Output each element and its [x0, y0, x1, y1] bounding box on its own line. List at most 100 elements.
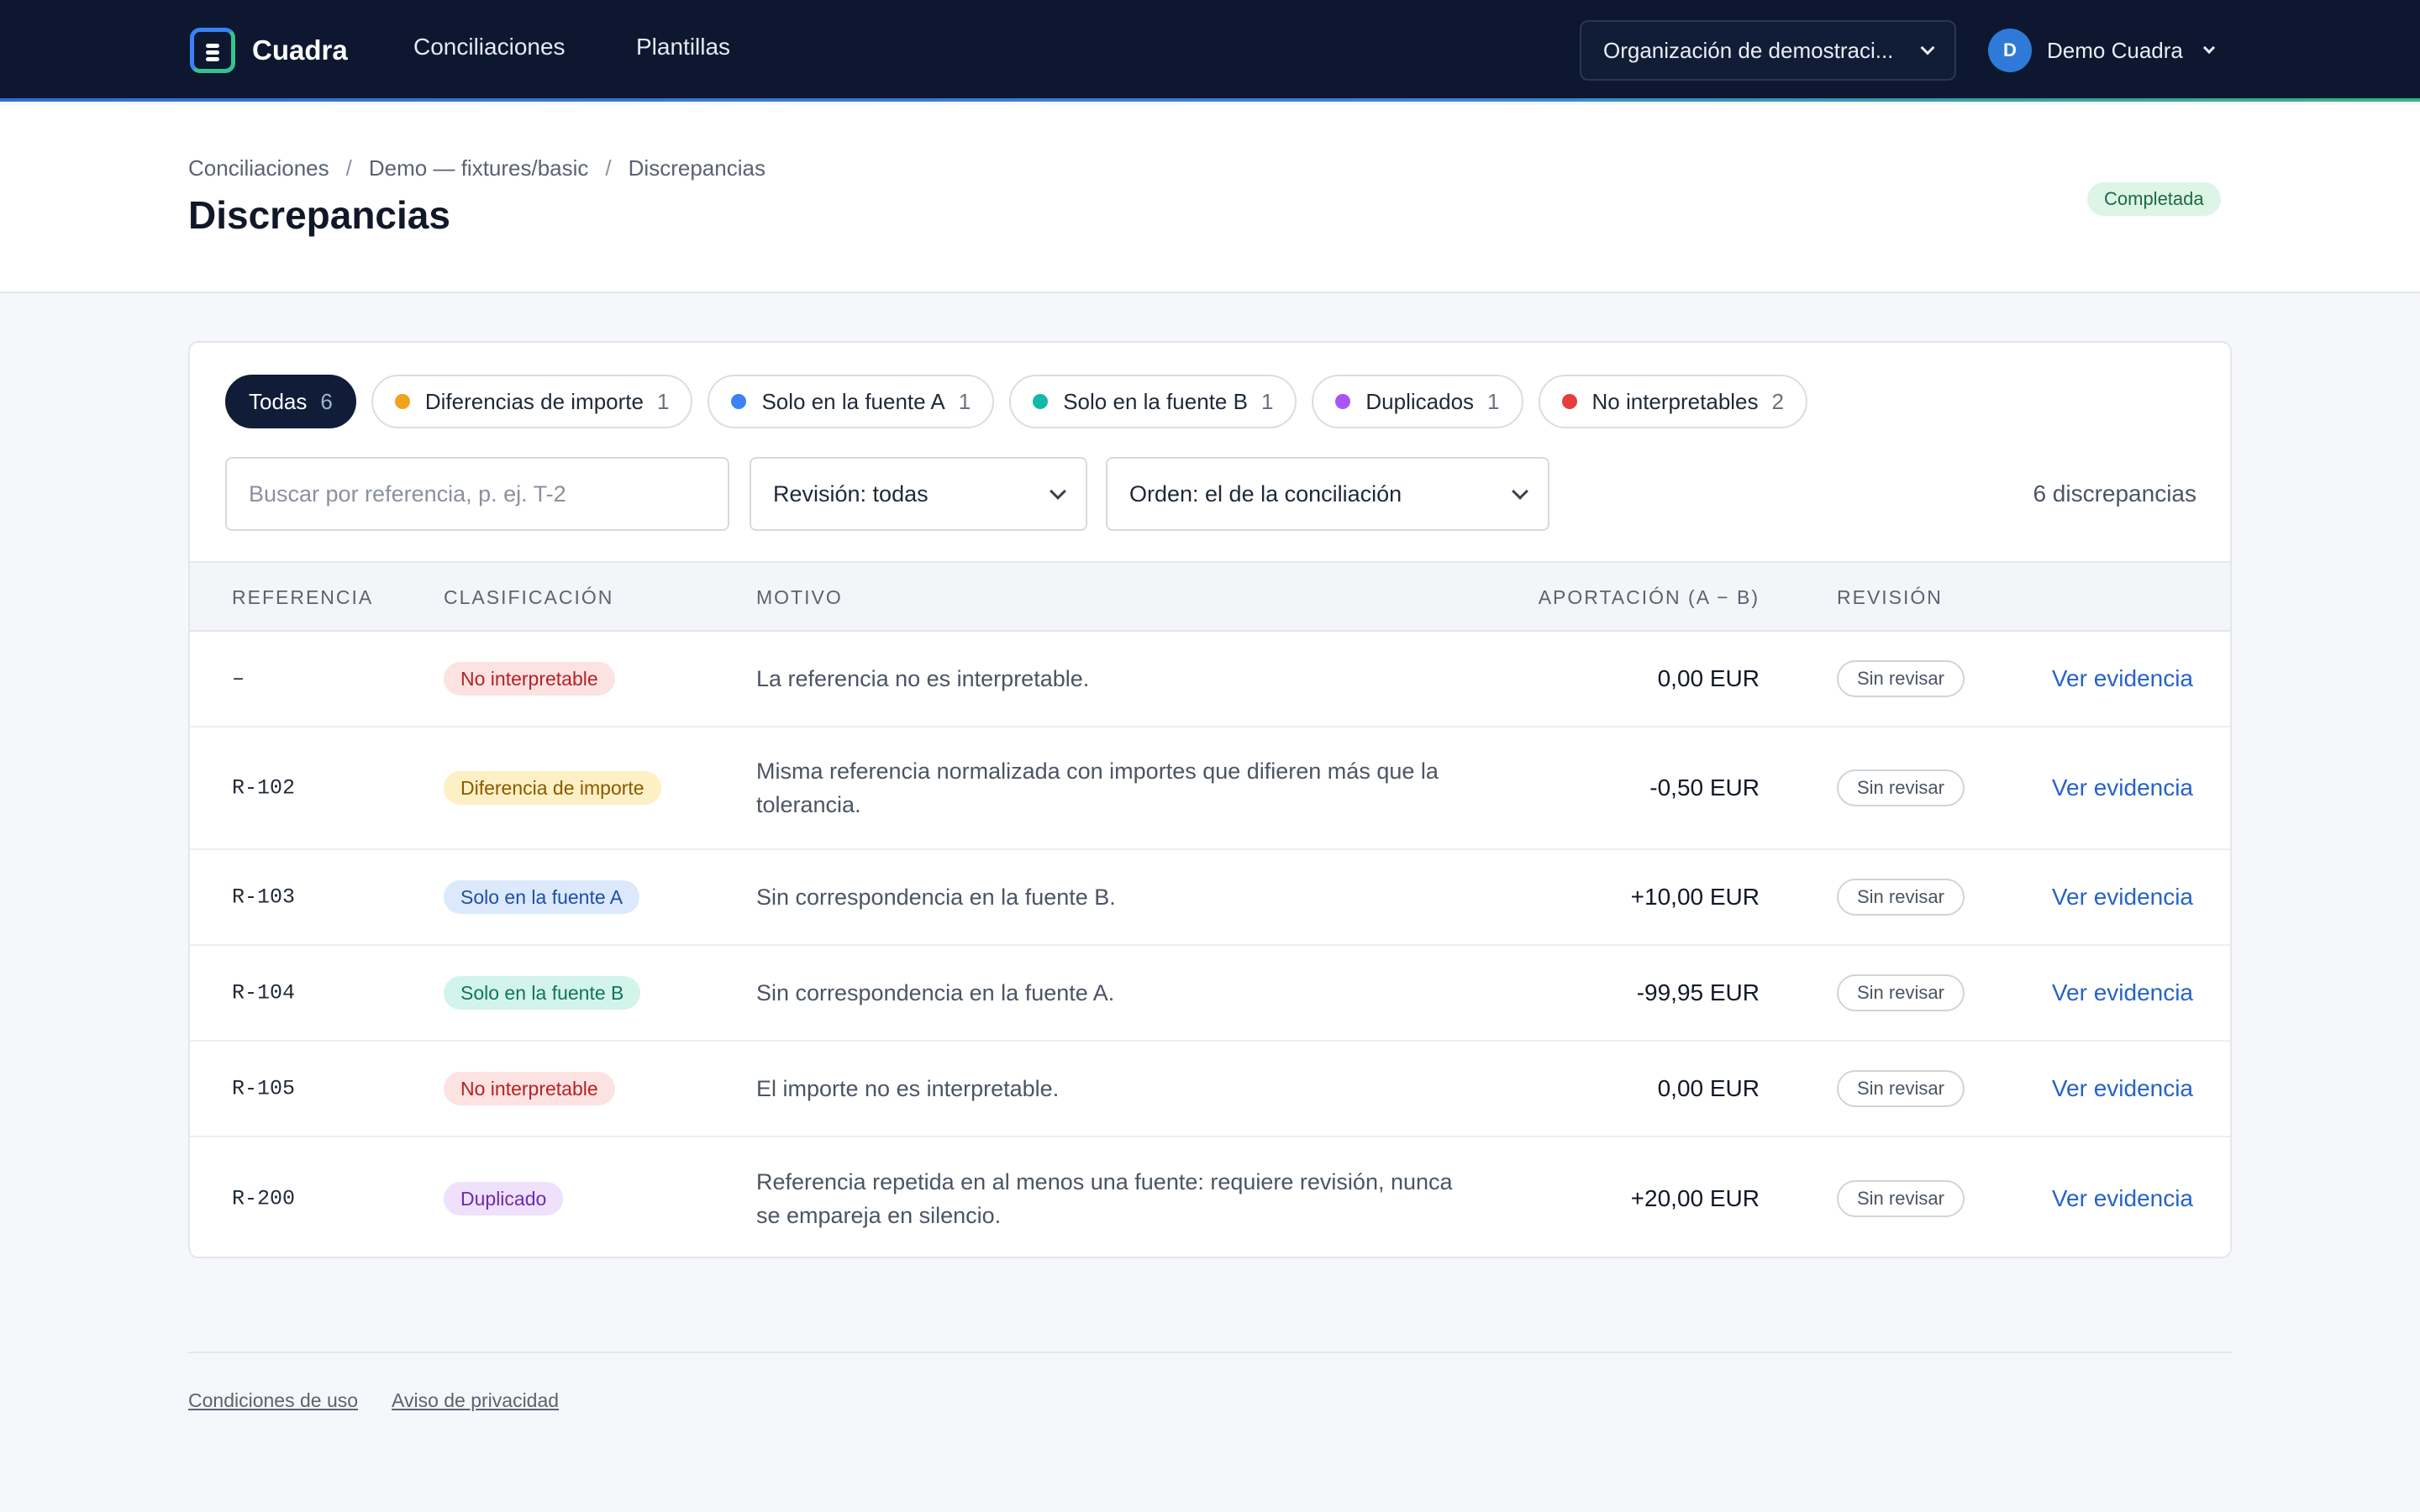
search-input[interactable] — [225, 457, 729, 531]
row-reason: Sin correspondencia en la fuente B. — [756, 885, 1116, 910]
table-row: R-105 No interpretable El importe no es … — [190, 1042, 2230, 1137]
chip-label: Todas — [249, 388, 308, 414]
user-name: Demo Cuadra — [2047, 37, 2183, 63]
discrepancies-card: Todas 6 Diferencias de importe 1 Solo en… — [188, 341, 2232, 1258]
table-row: – No interpretable La referencia no es i… — [190, 632, 2230, 727]
view-evidence-link[interactable]: Ver evidencia — [2052, 1185, 2193, 1212]
terms-link[interactable]: Condiciones de uso — [188, 1389, 358, 1412]
chip-label: Duplicados — [1365, 388, 1475, 414]
column-header-clasificacion[interactable]: CLASIFICACIÓN — [444, 586, 613, 609]
row-amount: +20,00 EUR — [1630, 1185, 1760, 1211]
privacy-link[interactable]: Aviso de privacidad — [392, 1389, 559, 1412]
review-status-badge[interactable]: Sin revisar — [1837, 974, 1965, 1011]
filter-chip-solo-fuente-b[interactable]: Solo en la fuente B 1 — [1009, 375, 1297, 428]
row-reason: Referencia repetida en al menos una fuen… — [756, 1169, 1453, 1228]
chip-label: Diferencias de importe — [424, 388, 644, 414]
nav-plantillas[interactable]: Plantillas — [636, 34, 730, 60]
row-amount: 0,00 EUR — [1657, 1075, 1760, 1101]
table-row: R-103 Solo en la fuente A Sin correspond… — [190, 850, 2230, 946]
status-dot-icon — [731, 394, 747, 409]
top-navigation-bar: Cuadra Conciliaciones Plantillas Organiz… — [0, 0, 2420, 102]
view-evidence-link[interactable]: Ver evidencia — [2052, 884, 2193, 911]
breadcrumb-separator: / — [605, 155, 612, 181]
row-reference: R-104 — [232, 980, 296, 1005]
filter-chips: Todas 6 Diferencias de importe 1 Solo en… — [225, 375, 1807, 428]
view-evidence-link[interactable]: Ver evidencia — [2052, 979, 2193, 1006]
chevron-down-icon — [1050, 483, 1066, 500]
page-header: Conciliaciones / Demo — fixtures/basic /… — [0, 105, 2420, 293]
row-amount: -99,95 EUR — [1636, 979, 1760, 1005]
order-select[interactable]: Orden: el de la conciliación — [1106, 457, 1549, 531]
breadcrumb-demo-fixtures[interactable]: Demo — fixtures/basic — [369, 155, 589, 181]
table-header: REFERENCIA CLASIFICACIÓN MOTIVO APORTACI… — [190, 561, 2230, 632]
row-amount: 0,00 EUR — [1657, 665, 1760, 691]
review-filter-select[interactable]: Revisión: todas — [750, 457, 1087, 531]
breadcrumb-separator: / — [345, 155, 352, 181]
chip-label: Solo en la fuente A — [761, 388, 945, 414]
breadcrumb-current: Discrepancias — [628, 155, 765, 181]
review-status-badge[interactable]: Sin revisar — [1837, 1070, 1965, 1107]
row-reason: El importe no es interpretable. — [756, 1076, 1060, 1101]
footer-divider — [188, 1352, 2232, 1353]
column-header-motivo[interactable]: MOTIVO — [756, 586, 843, 609]
cuadra-logo-icon — [190, 28, 235, 73]
row-reference: R-200 — [232, 1186, 296, 1211]
column-header-referencia[interactable]: REFERENCIA — [232, 586, 373, 609]
chip-label: Solo en la fuente B — [1063, 388, 1248, 414]
view-evidence-link[interactable]: Ver evidencia — [2052, 1075, 2193, 1102]
filter-chip-duplicados[interactable]: Duplicados 1 — [1312, 375, 1523, 428]
order-select-value: Orden: el de la conciliación — [1129, 480, 1402, 507]
breadcrumb: Conciliaciones / Demo — fixtures/basic /… — [188, 155, 765, 181]
chip-count: 6 — [320, 388, 333, 414]
classification-tag: Solo en la fuente B — [444, 976, 641, 1010]
chevron-down-icon — [1920, 40, 1935, 55]
status-dot-icon — [394, 394, 410, 409]
avatar: D — [1988, 29, 2032, 72]
organization-selector-label: Organización de demostraci... — [1603, 37, 1894, 63]
chevron-down-icon — [1512, 483, 1528, 500]
view-evidence-link[interactable]: Ver evidencia — [2052, 665, 2193, 692]
organization-selector[interactable]: Organización de demostraci... — [1580, 20, 1956, 81]
row-reference: R-105 — [232, 1076, 296, 1101]
chip-count: 2 — [1771, 388, 1784, 414]
filter-chip-diferencias-importe[interactable]: Diferencias de importe 1 — [371, 375, 693, 428]
column-header-revision[interactable]: REVISIÓN — [1837, 586, 1943, 609]
chip-count: 1 — [1260, 388, 1274, 414]
breadcrumb-conciliaciones[interactable]: Conciliaciones — [188, 155, 329, 181]
review-status-badge[interactable]: Sin revisar — [1837, 769, 1965, 806]
brand[interactable]: Cuadra — [190, 27, 348, 74]
status-dot-icon — [1335, 394, 1351, 409]
filter-chip-no-interpretables[interactable]: No interpretables 2 — [1538, 375, 1807, 428]
classification-tag: Duplicado — [444, 1182, 564, 1215]
row-reference: – — [232, 666, 245, 691]
row-reason: La referencia no es interpretable. — [756, 666, 1090, 691]
table-row: R-102 Diferencia de importe Misma refere… — [190, 727, 2230, 850]
status-dot-icon — [1033, 394, 1049, 409]
classification-tag: Solo en la fuente A — [444, 880, 640, 914]
row-amount: -0,50 EUR — [1649, 774, 1760, 801]
chip-count: 1 — [958, 388, 971, 414]
review-filter-value: Revisión: todas — [773, 480, 929, 507]
footer: Condiciones de uso Aviso de privacidad — [188, 1389, 559, 1412]
view-evidence-link[interactable]: Ver evidencia — [2052, 774, 2193, 801]
column-header-aportacion[interactable]: APORTACIÓN (A − B) — [1539, 586, 1760, 609]
classification-tag: No interpretable — [444, 1072, 615, 1105]
user-menu[interactable]: D Demo Cuadra — [1988, 27, 2215, 74]
results-count: 6 discrepancias — [2033, 480, 2196, 507]
chevron-down-icon — [2202, 41, 2215, 55]
nav-conciliaciones[interactable]: Conciliaciones — [413, 34, 566, 60]
status-dot-icon — [1561, 394, 1577, 409]
filter-chip-solo-fuente-a[interactable]: Solo en la fuente A 1 — [708, 375, 995, 428]
classification-tag: Diferencia de importe — [444, 771, 661, 805]
row-reference: R-103 — [232, 885, 296, 910]
chip-count: 1 — [1487, 388, 1500, 414]
row-reason: Misma referencia normalizada con importe… — [756, 759, 1439, 817]
review-status-badge[interactable]: Sin revisar — [1837, 1180, 1965, 1217]
chip-label: No interpretables — [1591, 388, 1759, 414]
review-status-badge[interactable]: Sin revisar — [1837, 879, 1965, 916]
table-row: R-104 Solo en la fuente B Sin correspond… — [190, 946, 2230, 1042]
status-badge: Completada — [2087, 182, 2221, 216]
classification-tag: No interpretable — [444, 662, 615, 696]
review-status-badge[interactable]: Sin revisar — [1837, 660, 1965, 697]
filter-chip-todas[interactable]: Todas 6 — [225, 375, 356, 428]
